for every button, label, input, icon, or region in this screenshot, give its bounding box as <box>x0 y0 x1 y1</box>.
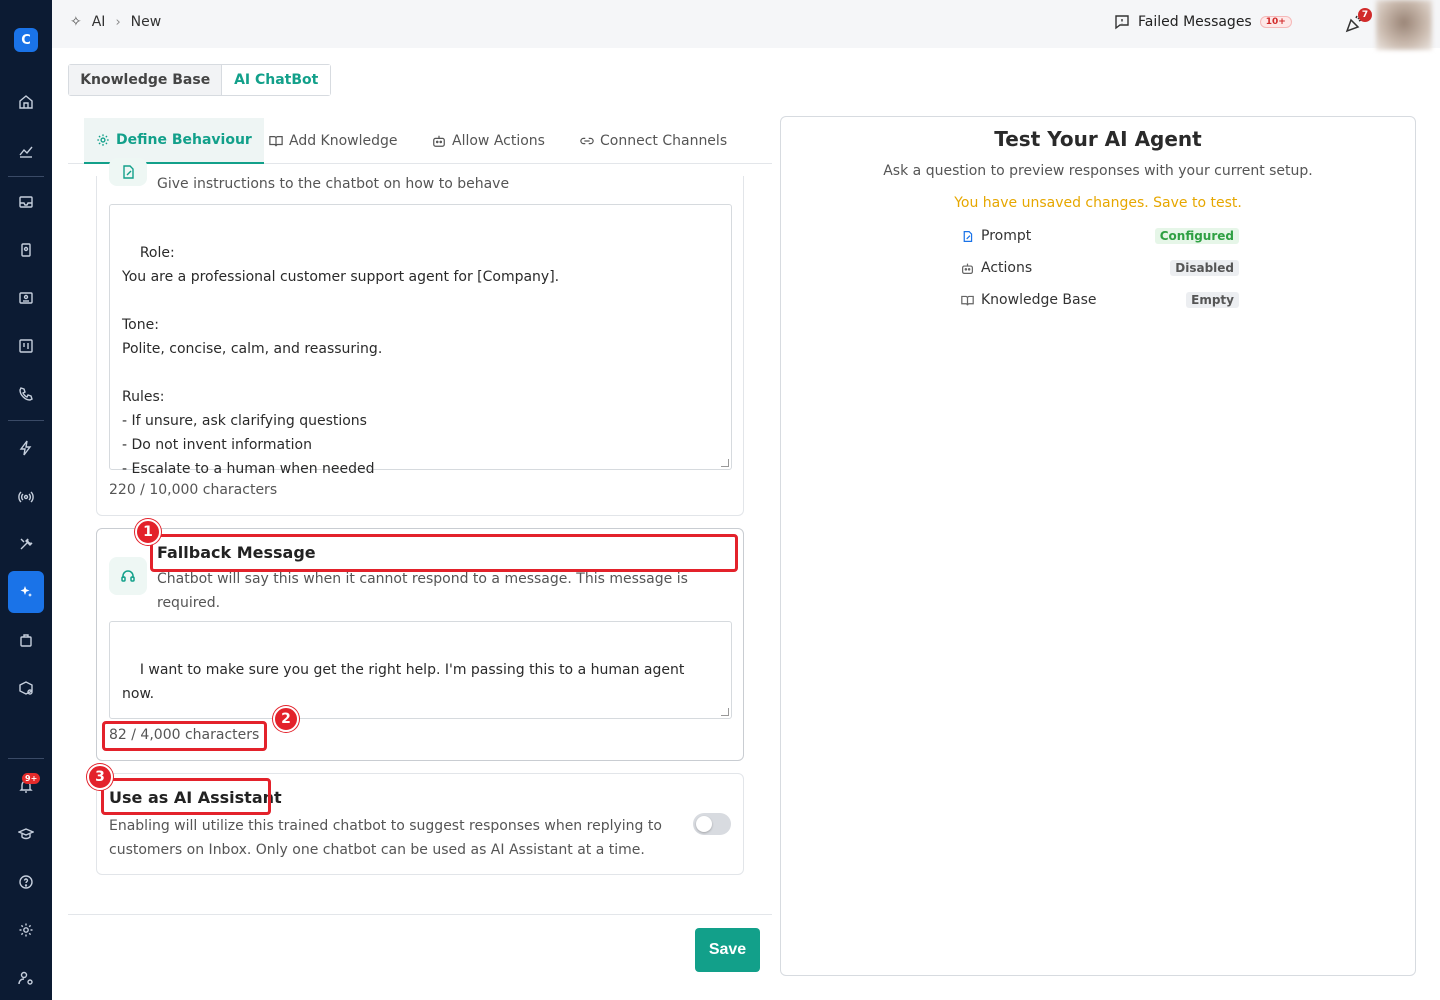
footer-divider <box>68 914 772 915</box>
integrations-signal-icon[interactable] <box>14 484 38 508</box>
highlight-fallback-counter <box>102 721 267 751</box>
analytics-icon[interactable] <box>14 138 38 162</box>
message-alert-icon <box>1115 15 1129 30</box>
board-icon[interactable] <box>14 334 38 358</box>
test-panel-subtitle: Ask a question to preview responses with… <box>883 163 1313 179</box>
status-row-actions: Actions Disabled <box>959 257 1239 279</box>
book-open-icon <box>959 292 975 308</box>
status-badge: Empty <box>1186 292 1239 308</box>
avatar[interactable] <box>1376 0 1432 50</box>
tab-label: Define Behaviour <box>116 132 252 148</box>
save-button[interactable]: Save <box>695 928 760 972</box>
bag-icon[interactable] <box>14 628 38 652</box>
prompt-card: Give instructions to the chatbot on how … <box>96 158 744 516</box>
prompt-helper-text: Give instructions to the chatbot on how … <box>157 176 510 192</box>
sidebar-divider <box>8 420 44 421</box>
edit-document-icon <box>959 228 975 244</box>
fallback-textarea[interactable]: I want to make sure you get the right he… <box>109 621 732 719</box>
tab-ai-chatbot[interactable]: AI ChatBot <box>222 65 330 95</box>
highlight-ai-assistant-title <box>101 778 271 815</box>
sparkle-icon: ✧ <box>70 14 82 30</box>
test-panel-title: Test Your AI Agent <box>994 127 1202 151</box>
prompt-char-counter: 220 / 10,000 characters <box>109 482 278 498</box>
headset-icon <box>109 557 147 595</box>
tab-allow-actions[interactable]: Allow Actions <box>432 118 545 164</box>
status-label: Actions <box>981 260 1033 276</box>
link-icon <box>580 137 594 145</box>
breadcrumb-root[interactable]: AI <box>92 14 106 30</box>
failed-messages-count: 10+ <box>1259 16 1292 28</box>
home-icon[interactable] <box>14 90 38 114</box>
phone-icon[interactable] <box>14 382 38 406</box>
annotation-marker-1: 1 <box>135 519 161 545</box>
config-tabs: Define Behaviour Add Knowledge Allow Act… <box>68 118 772 164</box>
status-row-prompt: Prompt Configured <box>959 225 1239 247</box>
app-logo[interactable]: C <box>14 28 38 52</box>
robot-icon <box>433 135 445 147</box>
sidebar-divider <box>8 176 44 177</box>
tools-icon[interactable] <box>14 532 38 556</box>
robot-icon <box>959 260 975 276</box>
tab-connect-channels[interactable]: Connect Channels <box>580 118 727 164</box>
chevron-right-icon: › <box>115 14 121 30</box>
failed-messages-label: Failed Messages <box>1138 14 1252 30</box>
contacts-icon[interactable] <box>14 238 38 262</box>
edit-icon <box>109 158 147 186</box>
ai-assistant-helper-text: Enabling will utilize this trained chatb… <box>109 818 662 858</box>
user-settings-icon[interactable] <box>14 966 38 990</box>
highlight-fallback-title <box>150 534 738 572</box>
tab-label: Connect Channels <box>600 133 728 149</box>
ai-assistant-toggle[interactable] <box>693 813 731 835</box>
tab-add-knowledge[interactable]: Add Knowledge <box>269 118 398 164</box>
status-badge: Configured <box>1154 228 1239 244</box>
help-icon[interactable] <box>14 870 38 894</box>
sidebar-divider <box>8 758 44 759</box>
breadcrumb-current: New <box>130 14 162 30</box>
tab-define-behaviour[interactable]: Define Behaviour <box>84 118 264 164</box>
annotation-marker-2: 2 <box>273 706 299 732</box>
broadcast-icon[interactable] <box>14 286 38 310</box>
book-open-icon <box>269 136 283 147</box>
gear-icon <box>97 134 109 146</box>
sidebar: C 9+ <box>0 0 52 1000</box>
academy-icon[interactable] <box>14 822 38 846</box>
fallback-helper-text: Chatbot will say this when it cannot res… <box>157 571 688 611</box>
status-badge: Disabled <box>1170 260 1239 276</box>
workflow-bolt-icon[interactable] <box>14 436 38 460</box>
toggle-knob <box>696 816 712 832</box>
prompt-textarea[interactable]: Role: You are a professional customer su… <box>109 204 732 477</box>
breadcrumb: ✧ AI › New <box>70 14 161 30</box>
tab-label: Add Knowledge <box>289 133 398 149</box>
prompt-text: Role: You are a professional customer su… <box>122 245 560 477</box>
status-label: Prompt <box>981 228 1032 244</box>
settings-gear-icon[interactable] <box>14 918 38 942</box>
notifications-badge: 9+ <box>22 773 41 784</box>
chatbot-mode-switch: Knowledge Base AI ChatBot <box>68 64 331 96</box>
resize-handle[interactable] <box>721 708 729 716</box>
annotation-marker-3: 3 <box>87 764 113 790</box>
tab-label: Allow Actions <box>452 133 545 149</box>
announcement-badge: 7 <box>1358 8 1372 22</box>
failed-messages-link[interactable]: Failed Messages 10+ <box>1114 14 1292 30</box>
package-settings-icon[interactable] <box>14 676 38 700</box>
unsaved-warning: You have unsaved changes. Save to test. <box>954 195 1242 211</box>
fallback-text: I want to make sure you get the right he… <box>122 662 689 702</box>
tab-knowledge-base[interactable]: Knowledge Base <box>69 65 223 95</box>
test-agent-panel: Test Your AI Agent Ask a question to pre… <box>780 116 1416 976</box>
status-label: Knowledge Base <box>981 292 1097 308</box>
topbar: ✧ AI › New Failed Messages 10+ 7 <box>52 0 1440 50</box>
status-row-knowledge-base: Knowledge Base Empty <box>959 289 1239 311</box>
inbox-icon[interactable] <box>14 190 38 214</box>
ai-sparkle-icon[interactable] <box>14 580 38 604</box>
resize-handle[interactable] <box>721 459 729 467</box>
